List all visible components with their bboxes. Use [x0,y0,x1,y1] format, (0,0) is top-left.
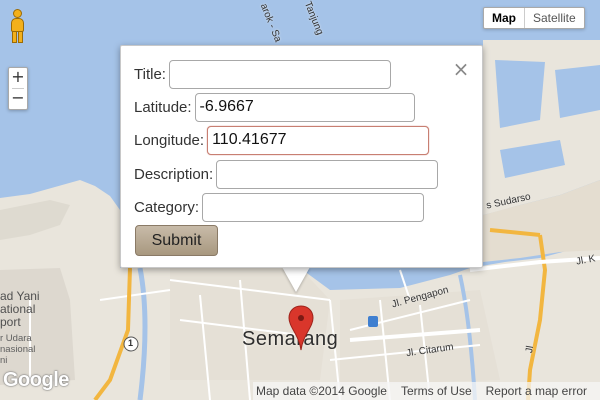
title-input[interactable] [168,59,391,89]
map-marker-icon[interactable] [288,305,314,351]
title-row: Title: [134,59,391,89]
description-input[interactable] [216,159,439,189]
transit-icon [368,316,378,327]
category-label: Category: [134,198,200,216]
map-data-text: Map data ©2014 Google [256,384,387,398]
description-label: Description: [134,165,214,183]
report-error-link[interactable]: Report a map error [486,384,587,398]
title-label: Title: [134,65,166,83]
map-type-satellite-button[interactable]: Satellite [525,8,584,28]
map-type-map-button[interactable]: Map [484,8,525,28]
google-logo[interactable]: Google [3,369,69,392]
description-row: Description: [134,159,439,189]
map-type-control: Map Satellite [483,7,585,29]
route-shield-label: 1 [128,338,134,348]
longitude-input[interactable] [207,125,430,155]
terms-link[interactable]: Terms of Use [401,384,472,398]
submit-button[interactable]: Submit [135,225,218,256]
category-input[interactable] [202,192,425,222]
longitude-label: Longitude: [134,131,205,149]
attribution-bar: Map data ©2014 Google Terms of Use Repor… [253,382,600,400]
info-window-tail [282,267,310,292]
longitude-row: Longitude: [134,125,430,155]
zoom-control: + − [8,67,28,110]
airport-label: ad Yani ational port [0,289,40,329]
latitude-label: Latitude: [134,98,192,116]
zoom-in-button[interactable]: + [9,68,27,88]
close-icon[interactable]: × [452,59,470,79]
latitude-input[interactable] [194,92,415,122]
pegman-icon[interactable] [8,9,26,43]
category-row: Category: [134,192,425,222]
latitude-row: Latitude: [134,92,415,122]
airport-sublabel: r Udara nasional ni [0,333,36,366]
zoom-out-button[interactable]: − [9,89,27,109]
info-window: × Title: Latitude: Longitude: Descriptio… [120,45,483,268]
